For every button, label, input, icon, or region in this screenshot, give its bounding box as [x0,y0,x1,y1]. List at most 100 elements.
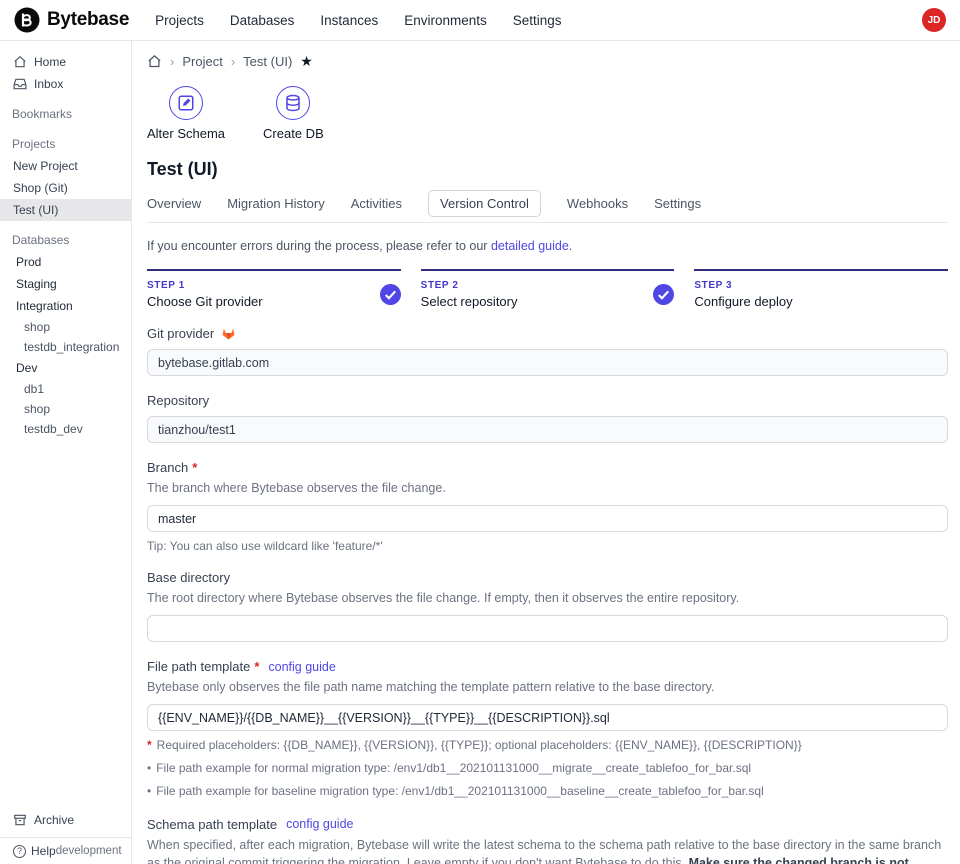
help-label: Help [31,844,56,858]
sidebar: Home Inbox Bookmarks Projects New Projec… [0,41,132,864]
sidebar-item-archive[interactable]: Archive [0,809,131,831]
tab-webhooks[interactable]: Webhooks [567,196,628,211]
step-eyebrow: STEP 1 [147,280,263,291]
note-text: File path example for normal migration t… [156,760,751,777]
schema-path-template-description: When specified, after each migration, By… [147,836,948,864]
field-label: Repository [147,393,948,408]
step-complete-check-icon [653,284,674,305]
notice-text: If you encounter errors during the proce… [147,239,491,253]
sidebar-section-bookmarks[interactable]: Bookmarks [0,103,131,125]
sidebar-item-label: New Project [13,159,78,173]
wizard-steps: STEP 1 Choose Git provider STEP 2 Select… [147,269,948,309]
nav-settings[interactable]: Settings [513,13,562,28]
sidebar-env-prod[interactable]: Prod [0,251,131,273]
nav-databases[interactable]: Databases [230,13,295,28]
help-icon: ? [13,845,26,858]
sidebar-db-db1[interactable]: db1 [0,379,131,399]
inbox-icon [13,77,27,91]
breadcrumb-home-icon[interactable] [147,54,162,69]
bytebase-logo-icon [14,7,40,33]
bullet: • [147,783,151,800]
bullet: • [147,760,151,777]
file-path-config-guide-link[interactable]: config guide [268,660,335,674]
base-directory-description: The root directory where Bytebase observ… [147,589,948,607]
step-choose-git-provider: STEP 1 Choose Git provider [147,269,401,309]
field-base-directory: Base directory The root directory where … [147,570,948,642]
field-label: Branch * [147,460,948,475]
user-avatar[interactable]: JD [922,8,946,32]
top-navbar: Bytebase Projects Databases Instances En… [0,0,960,41]
brand[interactable]: Bytebase [14,7,129,33]
step-title: Choose Git provider [147,294,263,309]
sidebar-db-testdb-integration[interactable]: testdb_integration [0,337,131,357]
breadcrumb-separator: › [170,54,174,69]
tab-overview[interactable]: Overview [147,196,201,211]
nav-instances[interactable]: Instances [320,13,378,28]
schema-path-config-guide-link[interactable]: config guide [286,817,353,831]
page-title: Test (UI) [147,159,948,180]
step-title: Select repository [421,294,518,309]
tab-migration-history[interactable]: Migration History [227,196,325,211]
sidebar-db-testdb-dev[interactable]: testdb_dev [0,419,131,439]
breadcrumb-project-link[interactable]: Project [182,54,222,69]
breadcrumb-current-link[interactable]: Test (UI) [243,54,292,69]
note-text: File path example for baseline migration… [156,783,764,800]
sidebar-env-staging[interactable]: Staging [0,273,131,295]
favorite-star-icon[interactable]: ★ [300,53,313,70]
step-text: STEP 3 Configure deploy [694,280,792,309]
sidebar-footer: ? Help development [0,837,131,864]
field-label: Base directory [147,570,948,585]
sidebar-env-dev[interactable]: Dev [0,357,131,379]
main-nav: Projects Databases Instances Environment… [155,13,561,28]
step-complete-check-icon [380,284,401,305]
nav-projects[interactable]: Projects [155,13,204,28]
sidebar-item-home[interactable]: Home [0,51,131,73]
step-text: STEP 2 Select repository [421,280,518,309]
repository-input[interactable] [147,416,948,443]
version-label: development [56,845,122,857]
sidebar-db-shop-dev[interactable]: shop [0,399,131,419]
step-title: Configure deploy [694,294,792,309]
sidebar-item-new-project[interactable]: New Project [0,155,131,177]
field-label: Schema path template config guide [147,817,948,832]
quick-action-alter-schema[interactable]: Alter Schema [147,86,225,141]
step-configure-deploy: STEP 3 Configure deploy [694,269,948,309]
sidebar-db-shop-integration[interactable]: shop [0,317,131,337]
quick-action-create-db[interactable]: Create DB [263,86,324,141]
sidebar-item-label: Inbox [34,77,63,91]
sidebar-item-label: Test (UI) [13,203,58,217]
app: Bytebase Projects Databases Instances En… [0,0,960,864]
nav-environments[interactable]: Environments [404,13,487,28]
sidebar-env-integration[interactable]: Integration [0,295,131,317]
gitlab-icon [221,326,236,341]
layout: Home Inbox Bookmarks Projects New Projec… [0,41,960,864]
field-git-provider: Git provider [147,326,948,376]
note-text: Required placeholders: {{DB_NAME}}, {{VE… [157,737,802,754]
sidebar-item-inbox[interactable]: Inbox [0,73,131,95]
detailed-guide-link[interactable]: detailed guide [491,239,569,253]
notice-suffix: . [569,239,572,253]
error-notice: If you encounter errors during the proce… [147,239,948,253]
tab-settings[interactable]: Settings [654,196,701,211]
sidebar-item-shop-git[interactable]: Shop (Git) [0,177,131,199]
schema-path-template-label: Schema path template [147,817,277,832]
create-db-icon [276,86,310,120]
help-button[interactable]: ? Help [13,844,56,858]
sidebar-item-label: Shop (Git) [13,181,68,195]
file-path-template-label: File path template [147,659,250,674]
sidebar-section-databases[interactable]: Databases [0,229,131,251]
tab-activities[interactable]: Activities [351,196,402,211]
branch-input[interactable] [147,505,948,532]
file-path-template-input[interactable] [147,704,948,731]
main-content: › Project › Test (UI) ★ Alter Schema [132,41,960,864]
field-branch: Branch * The branch where Bytebase obser… [147,460,948,553]
required-mark: * [147,737,152,754]
git-provider-input[interactable] [147,349,948,376]
base-directory-input[interactable] [147,615,948,642]
tab-version-control[interactable]: Version Control [428,190,541,217]
quick-actions: Alter Schema Create DB [147,86,948,141]
sidebar-section-projects[interactable]: Projects [0,133,131,155]
breadcrumb-separator: › [231,54,235,69]
sidebar-item-label: Archive [34,813,74,827]
sidebar-item-test-ui[interactable]: Test (UI) [0,199,131,221]
